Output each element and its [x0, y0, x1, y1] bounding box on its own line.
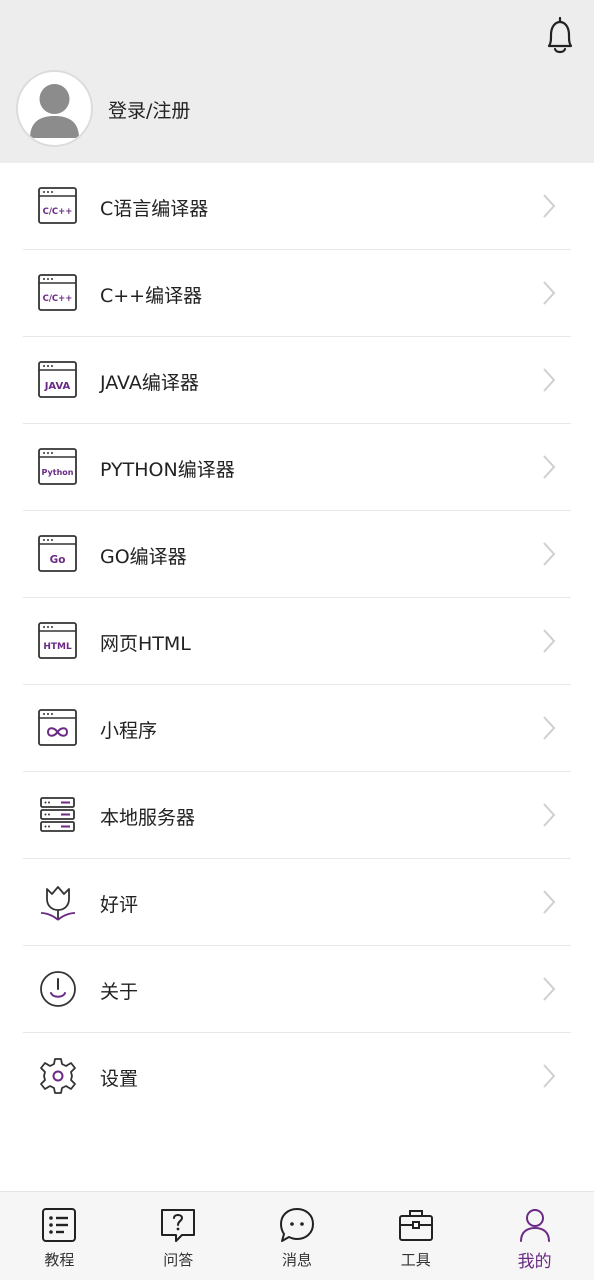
menu-item-settings[interactable]: 设置: [23, 1033, 571, 1120]
menu-item-java-compiler[interactable]: JAVA JAVA编译器: [23, 337, 571, 424]
chevron-right-icon: [543, 281, 556, 305]
menu-item-label: 本地服务器: [100, 807, 196, 829]
profile-header: 登录/注册: [0, 0, 594, 163]
tutorial-icon: [42, 1208, 77, 1242]
menu-item-label: GO编译器: [100, 546, 187, 568]
chevron-right-icon: [543, 890, 556, 914]
menu-item-python-compiler[interactable]: Python PYTHON编译器: [23, 424, 571, 511]
menu-item-label: C++编译器: [100, 285, 203, 307]
profile-icon: [519, 1209, 550, 1242]
tab-qa[interactable]: 问答: [119, 1192, 238, 1280]
tab-label: 教程: [44, 1251, 75, 1269]
menu-item-label: JAVA编译器: [100, 372, 199, 394]
cpp-compiler-icon: C/C++: [38, 274, 77, 311]
menu-item-c-compiler[interactable]: C/C++ C语言编译器: [23, 163, 571, 250]
icon-text: JAVA: [44, 381, 71, 392]
chevron-right-icon: [543, 1064, 556, 1088]
go-compiler-icon: Go: [38, 535, 77, 572]
about-icon: [40, 971, 76, 1007]
avatar[interactable]: [16, 70, 93, 147]
server-icon: [40, 797, 75, 832]
c-compiler-icon: C/C++: [38, 187, 77, 224]
menu-item-about[interactable]: 关于: [23, 946, 571, 1033]
flower-icon: [40, 886, 76, 921]
tab-profile[interactable]: 我的: [475, 1192, 594, 1280]
login-register-link[interactable]: 登录/注册: [108, 96, 190, 123]
menu-item-local-server[interactable]: 本地服务器: [23, 772, 571, 859]
chevron-right-icon: [543, 368, 556, 392]
icon-text: C/C++: [43, 207, 73, 217]
chevron-right-icon: [543, 977, 556, 1001]
html-icon: HTML: [38, 622, 77, 659]
tab-label: 工具: [400, 1251, 431, 1269]
icon-text: Go: [50, 554, 66, 566]
menu-list: C/C++ C语言编译器 C/C++ C++编译器 JAVA JAVA编译器 P…: [0, 163, 594, 1120]
tab-label: 问答: [163, 1251, 194, 1269]
chevron-right-icon: [543, 455, 556, 479]
menu-item-go-compiler[interactable]: Go GO编译器: [23, 511, 571, 598]
menu-item-label: 好评: [100, 894, 139, 916]
java-compiler-icon: JAVA: [38, 361, 77, 398]
menu-item-label: PYTHON编译器: [100, 459, 235, 481]
tab-messages[interactable]: 消息: [238, 1192, 357, 1280]
icon-text: Python: [42, 468, 74, 477]
tab-tutorial[interactable]: 教程: [0, 1192, 119, 1280]
menu-item-label: 小程序: [100, 720, 158, 742]
bottom-tab-bar: 教程 问答 消息 工具 我的: [0, 1191, 594, 1280]
qa-icon: [161, 1209, 196, 1242]
chevron-right-icon: [543, 716, 556, 740]
toolbox-icon: [398, 1210, 433, 1241]
chevron-right-icon: [543, 542, 556, 566]
tab-label: 消息: [281, 1251, 312, 1269]
chevron-right-icon: [543, 803, 556, 827]
menu-item-html[interactable]: HTML 网页HTML: [23, 598, 571, 685]
mini-program-icon: [38, 709, 77, 746]
gear-icon: [40, 1058, 76, 1094]
menu-item-cpp-compiler[interactable]: C/C++ C++编译器: [23, 250, 571, 337]
tab-tools[interactable]: 工具: [356, 1192, 475, 1280]
menu-item-mini-program[interactable]: 小程序: [23, 685, 571, 772]
menu-item-rating[interactable]: 好评: [23, 859, 571, 946]
menu-item-label: 网页HTML: [100, 633, 191, 655]
icon-text: C/C++: [43, 294, 73, 304]
bell-icon[interactable]: [541, 14, 579, 56]
menu-item-label: C语言编译器: [100, 198, 209, 220]
menu-item-label: 关于: [100, 981, 139, 1003]
tab-label: 我的: [517, 1252, 552, 1272]
icon-text: HTML: [43, 642, 72, 652]
avatar-placeholder-icon: [30, 84, 79, 138]
chevron-right-icon: [543, 194, 556, 218]
menu-item-label: 设置: [100, 1068, 139, 1090]
python-compiler-icon: Python: [38, 448, 77, 485]
chevron-right-icon: [543, 629, 556, 653]
message-icon: [279, 1208, 314, 1242]
